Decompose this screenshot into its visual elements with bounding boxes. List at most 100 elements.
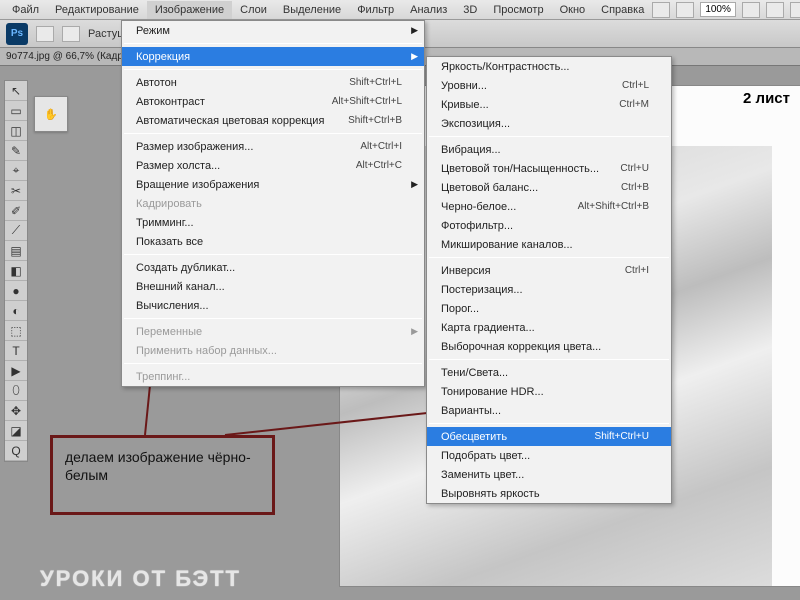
menu-item[interactable]: Коррекция▶: [122, 47, 424, 66]
menu-item[interactable]: Внешний канал...: [122, 277, 424, 296]
tool-button[interactable]: ⬚: [5, 321, 27, 341]
menu-separator: [429, 136, 669, 137]
menu-item[interactable]: ОбесцветитьShift+Ctrl+U: [427, 427, 671, 446]
menu-item[interactable]: АвтоконтрастAlt+Shift+Ctrl+L: [122, 92, 424, 111]
menu-item[interactable]: Тонирование HDR...: [427, 382, 671, 401]
menu-item[interactable]: Тримминг...: [122, 213, 424, 232]
menu-item[interactable]: Микширование каналов...: [427, 235, 671, 254]
menu-item[interactable]: Экспозиция...: [427, 114, 671, 133]
menubar: ФайлРедактированиеИзображениеСлоиВыделен…: [0, 0, 800, 20]
tool-button[interactable]: ◧: [5, 261, 27, 281]
menu-item[interactable]: Выровнять яркость: [427, 484, 671, 503]
menu-item[interactable]: Подобрать цвет...: [427, 446, 671, 465]
toolbar-icon[interactable]: [676, 2, 694, 18]
floating-palette[interactable]: ✋: [34, 96, 68, 132]
toolbar-icon[interactable]: [790, 2, 800, 18]
tool-button[interactable]: ▶: [5, 361, 27, 381]
tool-button[interactable]: ✐: [5, 201, 27, 221]
tool-button[interactable]: ⬯: [5, 381, 27, 401]
menu-item[interactable]: Кривые... Ctrl+M: [427, 95, 671, 114]
menu-item[interactable]: Фотофильтр...: [427, 216, 671, 235]
toolbar-icon[interactable]: [652, 2, 670, 18]
menu-item[interactable]: ИнверсияCtrl+I: [427, 261, 671, 280]
submenu-arrow-icon: ▶: [411, 326, 418, 337]
menu-item: Треппинг...: [122, 367, 424, 386]
menu-item[interactable]: Уровни...Ctrl+L: [427, 76, 671, 95]
menu-item[interactable]: Создать дубликат...: [122, 258, 424, 277]
menu-item[interactable]: Вращение изображения▶: [122, 175, 424, 194]
menu-item-label: Фотофильтр...: [441, 220, 513, 232]
menu-item[interactable]: Размер холста...Alt+Ctrl+C: [122, 156, 424, 175]
menu-separator: [429, 257, 669, 258]
menu-item-label: Экспозиция...: [441, 118, 510, 130]
menu-item-label: Уровни...: [441, 80, 487, 92]
menu-item[interactable]: Автоматическая цветовая коррекцияShift+C…: [122, 111, 424, 130]
shortcut-label: Shift+Ctrl+U: [595, 431, 649, 442]
toolbar-icon[interactable]: [766, 2, 784, 18]
menu-item[interactable]: Порог...: [427, 299, 671, 318]
menu-файл[interactable]: Файл: [4, 1, 47, 19]
submenu-arrow-icon: ▶: [411, 179, 418, 190]
menu-item-label: Кривые...: [441, 99, 489, 111]
menu-item-label: Размер холста...: [136, 160, 220, 172]
zoom-field[interactable]: 100%: [700, 2, 736, 17]
menu-item-label: Яркость/Контрастность...: [441, 61, 569, 73]
tool-preset-icon[interactable]: [36, 26, 54, 42]
tool-button[interactable]: ◐: [5, 301, 27, 321]
menu-item[interactable]: Постеризация...: [427, 280, 671, 299]
tool-button[interactable]: ◪: [5, 421, 27, 441]
marquee-mode-icon[interactable]: [62, 26, 80, 42]
tool-button[interactable]: ⟋: [5, 221, 27, 241]
menu-item[interactable]: Тени/Света...: [427, 363, 671, 382]
menu-separator: [124, 43, 422, 44]
menu-separator: [124, 254, 422, 255]
tool-button[interactable]: ▭: [5, 101, 27, 121]
tool-button[interactable]: ●: [5, 281, 27, 301]
tool-button[interactable]: ✎: [5, 141, 27, 161]
hand-icon: ✋: [44, 108, 58, 121]
menu-item[interactable]: Яркость/Контрастность...: [427, 57, 671, 76]
menu-item-label: Выборочная коррекция цвета...: [441, 341, 601, 353]
tool-button[interactable]: ⌖: [5, 161, 27, 181]
menu-item[interactable]: Карта градиента...: [427, 318, 671, 337]
menu-item[interactable]: Черно-белое...Alt+Shift+Ctrl+B: [427, 197, 671, 216]
tool-button[interactable]: ✥: [5, 401, 27, 421]
menu-item: Переменные▶: [122, 322, 424, 341]
tool-button[interactable]: ↖: [5, 81, 27, 101]
menu-item[interactable]: Варианты...: [427, 401, 671, 420]
menu-item[interactable]: Вибрация...: [427, 140, 671, 159]
tool-button[interactable]: ▤: [5, 241, 27, 261]
menu-item-label: Карта градиента...: [441, 322, 535, 334]
menu-справка[interactable]: Справка: [593, 1, 652, 19]
menu-анализ[interactable]: Анализ: [402, 1, 455, 19]
menu-редактирование[interactable]: Редактирование: [47, 1, 147, 19]
menu-слои[interactable]: Слои: [232, 1, 275, 19]
menu-item[interactable]: Цветовой баланс...Ctrl+B: [427, 178, 671, 197]
tool-button[interactable]: ◫: [5, 121, 27, 141]
menu-item-label: Инверсия: [441, 265, 491, 277]
menu-item[interactable]: Размер изображения...Alt+Ctrl+I: [122, 137, 424, 156]
menu-item[interactable]: Режим▶: [122, 21, 424, 40]
menu-просмотр[interactable]: Просмотр: [485, 1, 551, 19]
menu-окно[interactable]: Окно: [552, 1, 594, 19]
menu-item-label: Режим: [136, 25, 170, 37]
menu-item[interactable]: Показать все: [122, 232, 424, 251]
menu-item[interactable]: Цветовой тон/Насыщенность...Ctrl+U: [427, 159, 671, 178]
menu-separator: [124, 69, 422, 70]
menu-выделение[interactable]: Выделение: [275, 1, 349, 19]
menu-3d[interactable]: 3D: [455, 1, 485, 19]
menu-item[interactable]: Вычисления...: [122, 296, 424, 315]
toolbar-icon[interactable]: [742, 2, 760, 18]
menu-item-label: Треппинг...: [136, 371, 190, 383]
menu-item[interactable]: Выборочная коррекция цвета...: [427, 337, 671, 356]
menu-изображение[interactable]: Изображение: [147, 1, 232, 19]
tool-button[interactable]: ✂: [5, 181, 27, 201]
menu-item-label: Варианты...: [441, 405, 501, 417]
menu-фильтр[interactable]: Фильтр: [349, 1, 402, 19]
tool-button[interactable]: T: [5, 341, 27, 361]
menu-item-label: Создать дубликат...: [136, 262, 235, 274]
menu-item[interactable]: АвтотонShift+Ctrl+L: [122, 73, 424, 92]
tool-button[interactable]: Q: [5, 441, 27, 461]
menu-item[interactable]: Заменить цвет...: [427, 465, 671, 484]
shortcut-label: Ctrl+M: [619, 99, 649, 110]
